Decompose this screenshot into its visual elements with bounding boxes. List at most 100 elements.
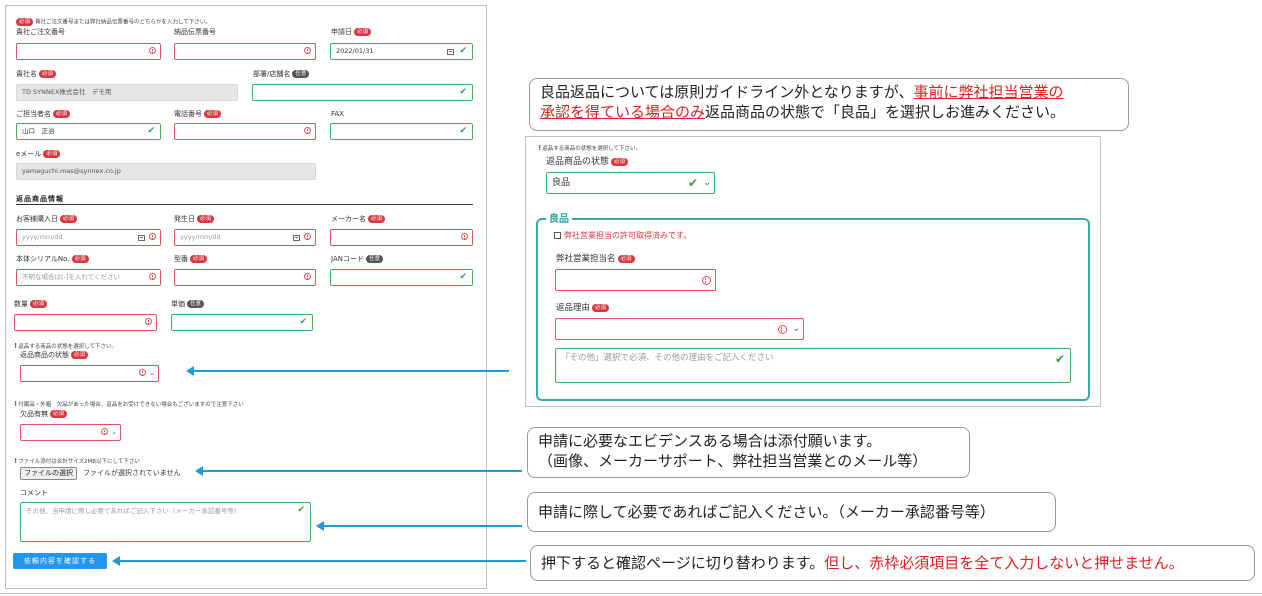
jan-input[interactable]: ✔ — [330, 269, 473, 286]
callout-comment: 申請に際して必要であればご記入ください。（メーカー承認番号等） — [527, 492, 1056, 532]
apply-date-input[interactable]: 2022/01/31 ✔ — [330, 43, 473, 60]
serial-label: 本体シリアルNo. 必須 — [16, 255, 89, 264]
error-icon — [702, 276, 711, 285]
error-icon — [778, 325, 787, 334]
error-icon — [149, 233, 156, 240]
check-icon: ✔ — [147, 126, 155, 136]
missing-note: !付属品・外箱 欠品があった場合、返品をお受けできない場合もございますので注意下… — [14, 400, 244, 409]
order-intro: 必須 貴社ご注文番号または弊社納品伝票番号のどちらかを入力して下さい。 — [16, 18, 211, 27]
sales-rep-input[interactable] — [555, 269, 716, 291]
email-label: eメール 必須 — [16, 150, 61, 159]
missing-label: 欠品有無 必須 — [20, 410, 68, 419]
error-icon — [304, 47, 311, 54]
model-input[interactable] — [174, 269, 316, 286]
missing-select[interactable]: ⌄ — [20, 424, 121, 441]
purchase-date-input[interactable]: yyyy/mm/dd — [16, 229, 161, 246]
panel-state-note: !返品する商品の状態を選択して下さい。 — [538, 144, 642, 153]
section-title: 返品商品情報 — [16, 195, 64, 203]
reason-label: 返品理由 必須 — [556, 301, 610, 313]
panel-state-select[interactable]: 良品 ✔ ⌄ — [546, 172, 715, 194]
state-detail-panel: !返品する商品の状態を選択して下さい。 返品商品の状態 必須 良品 ✔ ⌄ 良品 弊社… — [525, 136, 1101, 407]
good-item-group-title: 良品 — [546, 210, 572, 225]
confirm-request-button[interactable]: 依頼内容を確認する — [13, 553, 107, 569]
occur-date-input[interactable]: yyyy/mm/dd — [174, 229, 316, 246]
error-icon — [149, 273, 156, 280]
file-select-button[interactable]: ファイルの選択 — [20, 467, 77, 480]
phone-label: 電話番号 必須 — [174, 110, 222, 119]
maker-label: メーカー名 必須 — [331, 215, 386, 224]
comment-textarea[interactable]: その他、当申請に際し必要であればご記入下さい（メーカー承認番号等） ✔ — [20, 502, 311, 542]
panel-state-label: 返品商品の状態 必須 — [546, 154, 629, 167]
required-badge: 必須 — [16, 18, 34, 26]
return-request-form: 必須 貴社ご注文番号または弊社納品伝票番号のどちらかを入力して下さい。 貴社ご注文… — [5, 5, 487, 589]
check-icon: ✔ — [459, 46, 467, 56]
section-divider — [16, 204, 473, 205]
check-icon: ✔ — [459, 126, 467, 136]
file-note: !ファイル添付は合計サイズ2MB以下にして下さい — [14, 457, 140, 466]
dept-input[interactable]: ✔ — [252, 84, 473, 101]
arrow-file — [195, 466, 522, 476]
serial-input[interactable]: 不明な場合は[-]を入れてください — [16, 269, 161, 286]
dept-label: 部署/店舗名 任意 — [253, 70, 310, 79]
chevron-down-icon: ⌄ — [149, 369, 155, 377]
error-icon — [145, 318, 152, 325]
price-label: 単価 任意 — [171, 300, 205, 309]
fax-label: FAX — [331, 110, 344, 118]
arrow-submit — [112, 556, 526, 566]
purchase-date-label: お客様購入日 必須 — [16, 215, 78, 224]
chevron-down-icon: ⌄ — [703, 178, 711, 188]
bottom-divider — [0, 593, 1262, 594]
delivery-no-label: 納品伝票番号 — [174, 28, 216, 36]
model-label: 型番 必須 — [174, 255, 208, 264]
error-icon — [304, 127, 311, 134]
person-label: ご担当者名 必須 — [16, 110, 71, 119]
arrow-comment — [316, 521, 522, 531]
file-status: ファイルが選択されていません — [83, 469, 181, 477]
check-icon: ✔ — [299, 317, 307, 327]
chevron-down-icon: ⌄ — [792, 324, 800, 334]
order-no-input[interactable] — [16, 43, 161, 60]
error-icon — [149, 47, 156, 54]
error-icon — [304, 233, 311, 240]
permission-checkbox[interactable]: 弊社営業担当の許可取得済みです。 — [554, 230, 691, 241]
error-icon — [304, 273, 311, 280]
phone-input[interactable] — [174, 123, 316, 140]
check-icon: ✔ — [459, 272, 467, 282]
occur-date-label: 発生日 必須 — [174, 215, 215, 224]
person-input[interactable]: 山口 正治 ✔ — [16, 123, 161, 140]
error-icon — [101, 428, 108, 435]
jan-label: JANコード 任意 — [331, 255, 383, 264]
state-label: 返品商品の状態 必須 — [20, 351, 89, 360]
delivery-no-input[interactable] — [174, 43, 316, 60]
price-input[interactable]: ✔ — [171, 314, 313, 331]
maker-input[interactable] — [330, 229, 473, 246]
arrow-state — [186, 366, 509, 376]
sales-rep-label: 弊社営業担当名 必須 — [556, 252, 635, 264]
callout-evidence: 申請に必要なエビデンスある場合は添付願います。 （画像、メーカーサポート、弊社担… — [527, 427, 970, 478]
other-reason-textarea[interactable]: 「その他」選択で必須、その他の理由をご記入ください ✔ — [555, 348, 1071, 383]
company-field: TD SYNNEX株式会社 デモ用 — [16, 84, 238, 101]
calendar-icon — [138, 235, 145, 241]
company-label: 貴社名 必須 — [16, 70, 57, 79]
state-note: !返品する商品の状態を選択して下さい。 — [14, 342, 118, 351]
checkbox-box[interactable] — [554, 232, 561, 239]
check-icon: ✔ — [687, 176, 698, 190]
comment-label: コメント — [20, 489, 48, 497]
fax-input[interactable]: ✔ — [330, 123, 473, 140]
order-no-label: 貴社ご注文番号 — [16, 28, 65, 36]
check-icon: ✔ — [297, 505, 305, 515]
check-icon: ✔ — [1054, 352, 1065, 366]
qty-label: 数量 必須 — [14, 300, 48, 309]
qty-input[interactable] — [14, 314, 157, 331]
reason-select[interactable]: ⌄ — [555, 318, 804, 340]
error-icon — [461, 233, 468, 240]
callout-good-item: 良品返品については原則ガイドライン外となりますが、事前に弊社担当営業の 承認を得… — [529, 78, 1129, 131]
state-select[interactable]: ⌄ — [20, 365, 159, 382]
chevron-down-icon: ⌄ — [111, 428, 117, 436]
callout-submit: 押下すると確認ページに切り替わります。但し、赤枠必須項目を全て入力しないと押せま… — [530, 545, 1255, 581]
calendar-icon — [293, 235, 300, 241]
check-icon: ✔ — [459, 87, 467, 97]
error-icon — [139, 369, 146, 376]
email-field: yamaguchi.mas@synnex.co.jp — [16, 163, 316, 180]
apply-date-label: 申請日 必須 — [331, 28, 372, 37]
